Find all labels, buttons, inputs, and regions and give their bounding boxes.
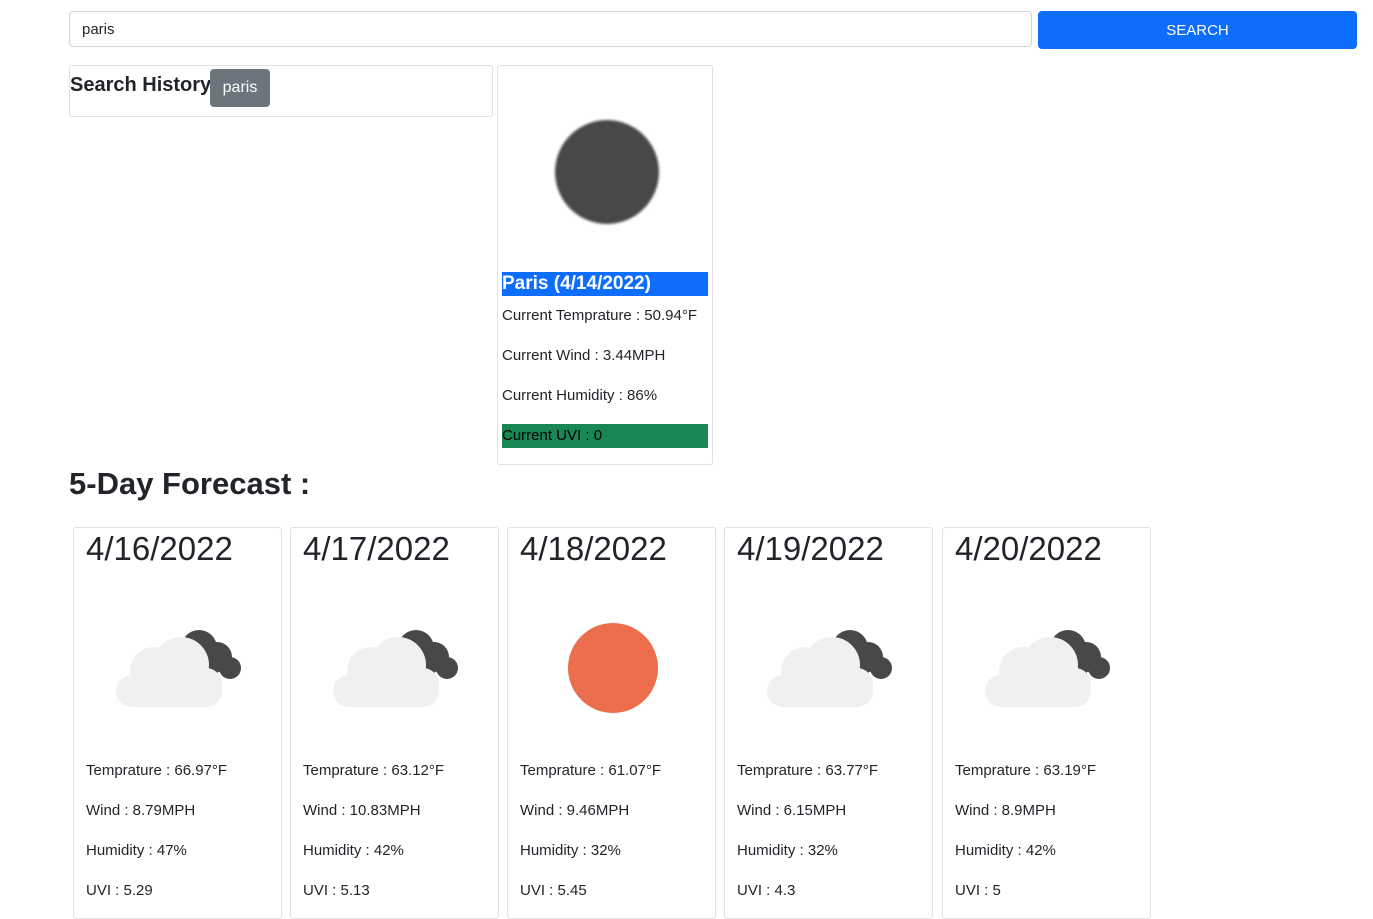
- forecast-card: 4/20/2022 Temprature : 63.19°F Wind : 8.…: [942, 527, 1151, 919]
- search-history-panel: Search History: paris: [69, 65, 493, 117]
- forecast-card: 4/16/2022 Temprature : 66.97°F Wind : 8.…: [73, 527, 282, 919]
- forecast-humidity: Humidity : 32%: [520, 842, 621, 859]
- forecast-date: 4/18/2022: [520, 530, 667, 567]
- forecast-temperature: Temprature : 61.07°F: [520, 762, 662, 779]
- forecast-temperature: Temprature : 63.77°F: [737, 762, 879, 779]
- forecast-temperature: Temprature : 66.97°F: [86, 762, 228, 779]
- forecast-temperature: Temprature : 63.19°F: [955, 762, 1097, 779]
- partly-cloudy-icon: [116, 630, 241, 707]
- history-item-paris[interactable]: paris: [210, 69, 270, 107]
- partly-cloudy-icon: [767, 630, 892, 707]
- current-uvi-badge: Current UVI : 0: [502, 424, 708, 448]
- forecast-humidity: Humidity : 42%: [303, 842, 404, 859]
- forecast-wind: Wind : 8.79MPH: [86, 802, 196, 819]
- sun-icon: [568, 623, 658, 713]
- forecast-uvi: UVI : 5.29: [86, 882, 153, 899]
- current-humidity: Current Humidity : 86%: [502, 387, 658, 404]
- forecast-uvi: UVI : 5.45: [520, 882, 587, 899]
- search-button[interactable]: SEARCH: [1038, 11, 1357, 49]
- partly-cloudy-icon: [985, 630, 1110, 707]
- forecast-wind: Wind : 9.46MPH: [520, 802, 630, 819]
- current-wind: Current Wind : 3.44MPH: [502, 347, 666, 364]
- forecast-uvi: UVI : 5: [955, 882, 1001, 899]
- forecast-temperature: Temprature : 63.12°F: [303, 762, 445, 779]
- forecast-wind: Wind : 8.9MPH: [955, 802, 1056, 819]
- forecast-wind: Wind : 10.83MPH: [303, 802, 421, 819]
- forecast-card: 4/17/2022 Temprature : 63.12°F Wind : 10…: [290, 527, 499, 919]
- forecast-humidity: Humidity : 32%: [737, 842, 838, 859]
- forecast-heading: 5-Day Forecast :: [69, 466, 311, 501]
- current-temperature: Current Temprature : 50.94°F: [502, 307, 697, 324]
- search-history-label: Search History:: [70, 74, 218, 96]
- forecast-wind: Wind : 6.15MPH: [737, 802, 847, 819]
- partly-cloudy-icon: [333, 630, 458, 707]
- forecast-date: 4/17/2022: [303, 530, 450, 567]
- forecast-humidity: Humidity : 47%: [86, 842, 187, 859]
- dark-circle-icon: [555, 120, 659, 224]
- current-weather-card: Paris (4/14/2022) Current Temprature : 5…: [497, 65, 713, 465]
- current-city-title: Paris (4/14/2022): [502, 272, 708, 296]
- forecast-date: 4/19/2022: [737, 530, 884, 567]
- search-input[interactable]: [69, 11, 1032, 47]
- forecast-date: 4/20/2022: [955, 530, 1102, 567]
- forecast-card: 4/19/2022 Temprature : 63.77°F Wind : 6.…: [724, 527, 933, 919]
- forecast-uvi: UVI : 5.13: [303, 882, 370, 899]
- forecast-humidity: Humidity : 42%: [955, 842, 1056, 859]
- forecast-card: 4/18/2022 Temprature : 61.07°F Wind : 9.…: [507, 527, 716, 919]
- forecast-date: 4/16/2022: [86, 530, 233, 567]
- forecast-uvi: UVI : 4.3: [737, 882, 796, 899]
